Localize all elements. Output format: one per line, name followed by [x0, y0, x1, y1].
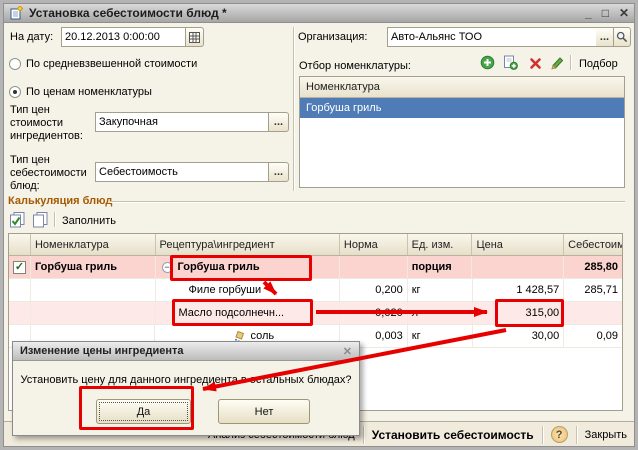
radio-nomenclature-prices-label: По ценам номенклатуры — [26, 86, 152, 98]
close-icon[interactable]: ✕ — [619, 6, 629, 20]
page-plus-icon — [503, 55, 518, 70]
row-checkbox[interactable]: ✓ — [13, 261, 26, 274]
dish-cost-type-input[interactable]: Себестоимость — [95, 162, 269, 182]
cell-recipe: Горбуша гриль — [178, 261, 260, 273]
check-pages-icon — [9, 211, 26, 228]
column-select[interactable] — [9, 234, 31, 255]
minimize-icon[interactable]: _ — [585, 6, 592, 20]
cell-price — [472, 256, 564, 278]
dialog-title: Изменение цены ингредиента — [20, 345, 184, 357]
organization-label: Организация: — [298, 31, 367, 43]
app-window: Установка себестоимости блюд * _ □ ✕ На … — [0, 0, 638, 450]
cell-unit: л — [408, 302, 473, 324]
cell-nomenclature: Горбуша гриль — [31, 256, 156, 278]
ingredient-price-type-label: Тип цен стоимости ингредиентов: — [10, 104, 94, 143]
table-header-row: Номенклатура Рецептура\ингредиент Норма … — [9, 234, 622, 256]
price-change-dialog: Изменение цены ингредиента ✕ Установить … — [12, 341, 360, 436]
column-norm[interactable]: Норма — [340, 234, 408, 255]
column-unit[interactable]: Ед. изм. — [408, 234, 473, 255]
radio-weighted-cost-label: По средневзвешенной стоимости — [26, 58, 197, 70]
cell-price: 315,00 — [473, 302, 565, 324]
cell-unit: кг — [408, 279, 473, 301]
pencil-icon — [550, 55, 565, 70]
collapse-icon[interactable]: − — [162, 262, 173, 273]
date-input[interactable]: 20.12.2013 0:00:00 — [61, 27, 186, 47]
magnifier-icon — [616, 31, 628, 43]
column-price[interactable]: Цена — [472, 234, 564, 255]
cell-price: 30,00 — [473, 325, 565, 347]
dish-cost-type-ellipsis-button[interactable]: ... — [269, 162, 289, 182]
calc-group-title: Калькуляция блюд — [8, 195, 112, 207]
nomenclature-list: Номенклатура Горбуша гриль — [299, 76, 625, 188]
set-cost-button[interactable]: Установить себестоимость — [372, 428, 534, 442]
cell-norm: 0,020 — [340, 302, 408, 324]
calendar-icon — [189, 32, 200, 43]
cell-unit: кг — [408, 325, 473, 347]
column-recipe[interactable]: Рецептура\ингредиент — [156, 234, 340, 255]
plus-circle-icon — [480, 55, 495, 70]
no-button[interactable]: Нет — [218, 399, 310, 424]
date-label: На дату: — [10, 31, 53, 43]
radio-nomenclature-prices[interactable] — [9, 86, 21, 98]
dialog-message: Установить цену для данного ингредиента … — [19, 374, 353, 386]
cell-recipe: Масло подсолнечн... — [156, 302, 340, 324]
toolbar-divider — [570, 55, 572, 70]
title-bar[interactable]: Установка себестоимости блюд * _ □ ✕ — [3, 3, 635, 23]
add-button[interactable] — [479, 54, 496, 71]
selection-label: Отбор номенклатуры: — [299, 60, 411, 72]
footer-divider — [576, 426, 577, 444]
column-nomenclature[interactable]: Номенклатура — [31, 234, 156, 255]
edit-button[interactable] — [549, 54, 566, 71]
radio-weighted-cost[interactable] — [9, 58, 21, 70]
uncheck-all-button[interactable] — [32, 211, 49, 228]
panel-divider — [293, 27, 295, 191]
close-button[interactable]: Закрыть — [585, 429, 627, 441]
cell-nomenclature — [31, 279, 156, 301]
cell-cost — [564, 302, 622, 324]
pages-icon — [32, 211, 49, 228]
delete-button[interactable] — [527, 55, 544, 72]
ingredient-price-type-input[interactable]: Закупочная — [95, 112, 269, 132]
organization-ellipsis-button[interactable]: ... — [596, 27, 614, 47]
add-group-button[interactable] — [502, 54, 519, 71]
cell-nomenclature — [31, 302, 156, 324]
nomenclature-list-header[interactable]: Номенклатура — [300, 77, 624, 98]
yes-button[interactable]: Да — [96, 399, 191, 424]
check-all-button[interactable] — [9, 211, 26, 228]
ingredient-price-type-ellipsis-button[interactable]: ... — [269, 112, 289, 132]
help-icon[interactable]: ? — [551, 426, 568, 443]
cell-cost: 285,71 — [564, 279, 622, 301]
cell-unit: порция — [408, 256, 473, 278]
organization-input[interactable]: Авто-Альянс ТОО — [387, 27, 597, 47]
group-line — [110, 201, 625, 203]
column-cost[interactable]: Себестоим... — [564, 234, 622, 255]
window-icon — [9, 6, 23, 20]
calendar-button[interactable] — [186, 27, 204, 47]
cell-cost: 285,80 — [564, 256, 622, 278]
dialog-close-icon[interactable]: ✕ — [343, 345, 352, 358]
table-row[interactable]: Масло подсолнечн... 0,020 л 315,00 — [9, 302, 622, 325]
pick-button[interactable]: Подбор — [579, 58, 618, 70]
cell-cost: 0,09 — [564, 325, 622, 347]
dialog-title-bar[interactable]: Изменение цены ингредиента ✕ — [13, 342, 359, 361]
organization-lookup-button[interactable] — [614, 27, 631, 47]
footer-divider — [363, 426, 364, 444]
cell-recipe: Филе горбуши — [156, 279, 340, 301]
cell-norm — [340, 256, 408, 278]
cell-price: 1 428,57 — [473, 279, 565, 301]
fill-button[interactable]: Заполнить — [62, 215, 116, 227]
maximize-icon[interactable]: □ — [602, 6, 609, 20]
toolbar-divider — [54, 212, 56, 227]
dish-cost-type-label: Тип цен себестоимости блюд: — [10, 154, 94, 193]
red-x-icon — [529, 57, 542, 70]
table-row[interactable]: Филе горбуши 0,200 кг 1 428,57 285,71 — [9, 279, 622, 302]
footer-divider — [542, 426, 543, 444]
window-title: Установка себестоимости блюд * — [29, 6, 585, 20]
list-item[interactable]: Горбуша гриль — [300, 98, 624, 118]
table-row[interactable]: ✓ Горбуша гриль − Горбуша гриль порция 2… — [9, 256, 622, 279]
cell-norm: 0,200 — [340, 279, 408, 301]
